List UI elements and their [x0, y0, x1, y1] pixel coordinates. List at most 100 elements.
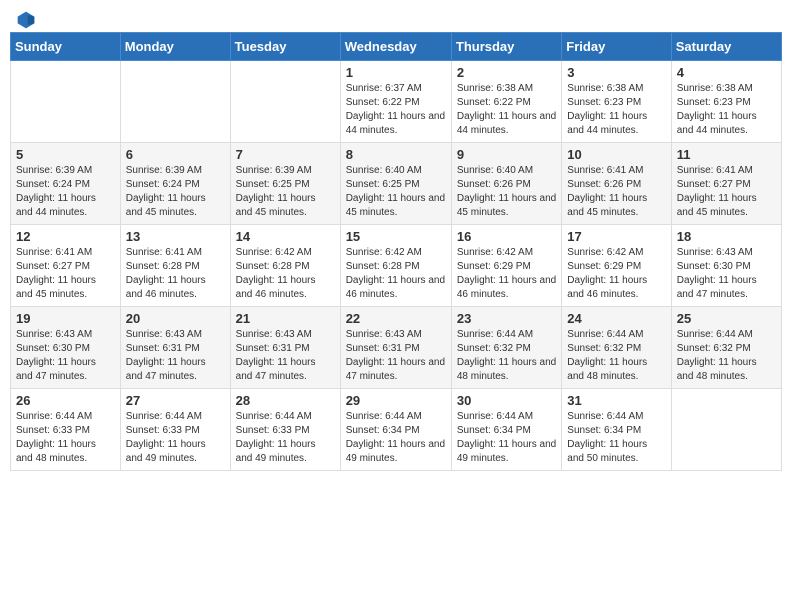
day-number: 29 — [346, 393, 446, 408]
day-number: 16 — [457, 229, 556, 244]
calendar-week-row: 12 Sunrise: 6:41 AMSunset: 6:27 PMDaylig… — [11, 225, 782, 307]
day-number: 1 — [346, 65, 446, 80]
day-info: Sunrise: 6:39 AMSunset: 6:24 PMDaylight:… — [126, 164, 225, 220]
day-info: Sunrise: 6:43 AMSunset: 6:30 PMDaylight:… — [16, 328, 115, 384]
calendar-cell: 29 Sunrise: 6:44 AMSunset: 6:34 PMDaylig… — [340, 389, 451, 471]
calendar-week-row: 1 Sunrise: 6:37 AMSunset: 6:22 PMDayligh… — [11, 61, 782, 143]
calendar-table: SundayMondayTuesdayWednesdayThursdayFrid… — [10, 32, 782, 471]
calendar-cell: 23 Sunrise: 6:44 AMSunset: 6:32 PMDaylig… — [451, 307, 561, 389]
day-info: Sunrise: 6:41 AMSunset: 6:28 PMDaylight:… — [126, 246, 225, 302]
day-number: 26 — [16, 393, 115, 408]
day-number: 8 — [346, 147, 446, 162]
calendar-cell: 16 Sunrise: 6:42 AMSunset: 6:29 PMDaylig… — [451, 225, 561, 307]
day-info: Sunrise: 6:37 AMSunset: 6:22 PMDaylight:… — [346, 82, 446, 138]
calendar-cell: 4 Sunrise: 6:38 AMSunset: 6:23 PMDayligh… — [671, 61, 781, 143]
calendar-cell — [120, 61, 230, 143]
day-info: Sunrise: 6:43 AMSunset: 6:31 PMDaylight:… — [126, 328, 225, 384]
day-info: Sunrise: 6:41 AMSunset: 6:26 PMDaylight:… — [567, 164, 665, 220]
weekday-header-thursday: Thursday — [451, 33, 561, 61]
day-number: 31 — [567, 393, 665, 408]
day-info: Sunrise: 6:44 AMSunset: 6:32 PMDaylight:… — [567, 328, 665, 384]
day-number: 14 — [236, 229, 335, 244]
calendar-cell: 24 Sunrise: 6:44 AMSunset: 6:32 PMDaylig… — [562, 307, 671, 389]
weekday-header-wednesday: Wednesday — [340, 33, 451, 61]
day-info: Sunrise: 6:44 AMSunset: 6:33 PMDaylight:… — [236, 410, 335, 466]
day-info: Sunrise: 6:38 AMSunset: 6:23 PMDaylight:… — [567, 82, 665, 138]
calendar-cell: 30 Sunrise: 6:44 AMSunset: 6:34 PMDaylig… — [451, 389, 561, 471]
day-info: Sunrise: 6:43 AMSunset: 6:31 PMDaylight:… — [346, 328, 446, 384]
calendar-cell: 27 Sunrise: 6:44 AMSunset: 6:33 PMDaylig… — [120, 389, 230, 471]
weekday-header-monday: Monday — [120, 33, 230, 61]
calendar-cell: 15 Sunrise: 6:42 AMSunset: 6:28 PMDaylig… — [340, 225, 451, 307]
weekday-header-sunday: Sunday — [11, 33, 121, 61]
calendar-cell: 20 Sunrise: 6:43 AMSunset: 6:31 PMDaylig… — [120, 307, 230, 389]
day-info: Sunrise: 6:44 AMSunset: 6:32 PMDaylight:… — [457, 328, 556, 384]
day-number: 4 — [677, 65, 776, 80]
day-info: Sunrise: 6:40 AMSunset: 6:25 PMDaylight:… — [346, 164, 446, 220]
day-info: Sunrise: 6:42 AMSunset: 6:29 PMDaylight:… — [567, 246, 665, 302]
calendar-cell: 1 Sunrise: 6:37 AMSunset: 6:22 PMDayligh… — [340, 61, 451, 143]
calendar-cell: 14 Sunrise: 6:42 AMSunset: 6:28 PMDaylig… — [230, 225, 340, 307]
day-number: 19 — [16, 311, 115, 326]
calendar-cell: 19 Sunrise: 6:43 AMSunset: 6:30 PMDaylig… — [11, 307, 121, 389]
day-number: 21 — [236, 311, 335, 326]
calendar-cell: 18 Sunrise: 6:43 AMSunset: 6:30 PMDaylig… — [671, 225, 781, 307]
logo-icon — [16, 10, 36, 30]
calendar-cell: 2 Sunrise: 6:38 AMSunset: 6:22 PMDayligh… — [451, 61, 561, 143]
day-number: 24 — [567, 311, 665, 326]
day-info: Sunrise: 6:43 AMSunset: 6:30 PMDaylight:… — [677, 246, 776, 302]
weekday-header-friday: Friday — [562, 33, 671, 61]
calendar-cell: 31 Sunrise: 6:44 AMSunset: 6:34 PMDaylig… — [562, 389, 671, 471]
day-info: Sunrise: 6:44 AMSunset: 6:34 PMDaylight:… — [567, 410, 665, 466]
logo — [14, 10, 36, 24]
day-number: 10 — [567, 147, 665, 162]
day-number: 23 — [457, 311, 556, 326]
calendar-cell — [11, 61, 121, 143]
day-info: Sunrise: 6:39 AMSunset: 6:24 PMDaylight:… — [16, 164, 115, 220]
day-number: 11 — [677, 147, 776, 162]
day-info: Sunrise: 6:44 AMSunset: 6:32 PMDaylight:… — [677, 328, 776, 384]
calendar-cell: 21 Sunrise: 6:43 AMSunset: 6:31 PMDaylig… — [230, 307, 340, 389]
day-number: 5 — [16, 147, 115, 162]
calendar-cell: 7 Sunrise: 6:39 AMSunset: 6:25 PMDayligh… — [230, 143, 340, 225]
calendar-cell: 11 Sunrise: 6:41 AMSunset: 6:27 PMDaylig… — [671, 143, 781, 225]
calendar-cell — [230, 61, 340, 143]
calendar-cell — [671, 389, 781, 471]
calendar-cell: 3 Sunrise: 6:38 AMSunset: 6:23 PMDayligh… — [562, 61, 671, 143]
calendar-cell: 12 Sunrise: 6:41 AMSunset: 6:27 PMDaylig… — [11, 225, 121, 307]
day-info: Sunrise: 6:42 AMSunset: 6:28 PMDaylight:… — [346, 246, 446, 302]
day-number: 7 — [236, 147, 335, 162]
day-info: Sunrise: 6:44 AMSunset: 6:33 PMDaylight:… — [126, 410, 225, 466]
calendar-cell: 8 Sunrise: 6:40 AMSunset: 6:25 PMDayligh… — [340, 143, 451, 225]
day-info: Sunrise: 6:38 AMSunset: 6:22 PMDaylight:… — [457, 82, 556, 138]
calendar-cell: 13 Sunrise: 6:41 AMSunset: 6:28 PMDaylig… — [120, 225, 230, 307]
day-number: 15 — [346, 229, 446, 244]
weekday-header-row: SundayMondayTuesdayWednesdayThursdayFrid… — [11, 33, 782, 61]
day-info: Sunrise: 6:42 AMSunset: 6:29 PMDaylight:… — [457, 246, 556, 302]
day-number: 6 — [126, 147, 225, 162]
calendar-week-row: 26 Sunrise: 6:44 AMSunset: 6:33 PMDaylig… — [11, 389, 782, 471]
day-number: 28 — [236, 393, 335, 408]
day-number: 30 — [457, 393, 556, 408]
day-info: Sunrise: 6:39 AMSunset: 6:25 PMDaylight:… — [236, 164, 335, 220]
calendar-cell: 25 Sunrise: 6:44 AMSunset: 6:32 PMDaylig… — [671, 307, 781, 389]
day-number: 3 — [567, 65, 665, 80]
day-info: Sunrise: 6:38 AMSunset: 6:23 PMDaylight:… — [677, 82, 776, 138]
weekday-header-saturday: Saturday — [671, 33, 781, 61]
day-number: 9 — [457, 147, 556, 162]
day-info: Sunrise: 6:44 AMSunset: 6:34 PMDaylight:… — [346, 410, 446, 466]
calendar-week-row: 19 Sunrise: 6:43 AMSunset: 6:30 PMDaylig… — [11, 307, 782, 389]
day-info: Sunrise: 6:40 AMSunset: 6:26 PMDaylight:… — [457, 164, 556, 220]
day-number: 18 — [677, 229, 776, 244]
day-number: 12 — [16, 229, 115, 244]
calendar-week-row: 5 Sunrise: 6:39 AMSunset: 6:24 PMDayligh… — [11, 143, 782, 225]
calendar-cell: 5 Sunrise: 6:39 AMSunset: 6:24 PMDayligh… — [11, 143, 121, 225]
calendar-cell: 10 Sunrise: 6:41 AMSunset: 6:26 PMDaylig… — [562, 143, 671, 225]
calendar-cell: 26 Sunrise: 6:44 AMSunset: 6:33 PMDaylig… — [11, 389, 121, 471]
day-info: Sunrise: 6:44 AMSunset: 6:34 PMDaylight:… — [457, 410, 556, 466]
weekday-header-tuesday: Tuesday — [230, 33, 340, 61]
calendar-cell: 22 Sunrise: 6:43 AMSunset: 6:31 PMDaylig… — [340, 307, 451, 389]
calendar-cell: 9 Sunrise: 6:40 AMSunset: 6:26 PMDayligh… — [451, 143, 561, 225]
day-number: 25 — [677, 311, 776, 326]
day-info: Sunrise: 6:44 AMSunset: 6:33 PMDaylight:… — [16, 410, 115, 466]
